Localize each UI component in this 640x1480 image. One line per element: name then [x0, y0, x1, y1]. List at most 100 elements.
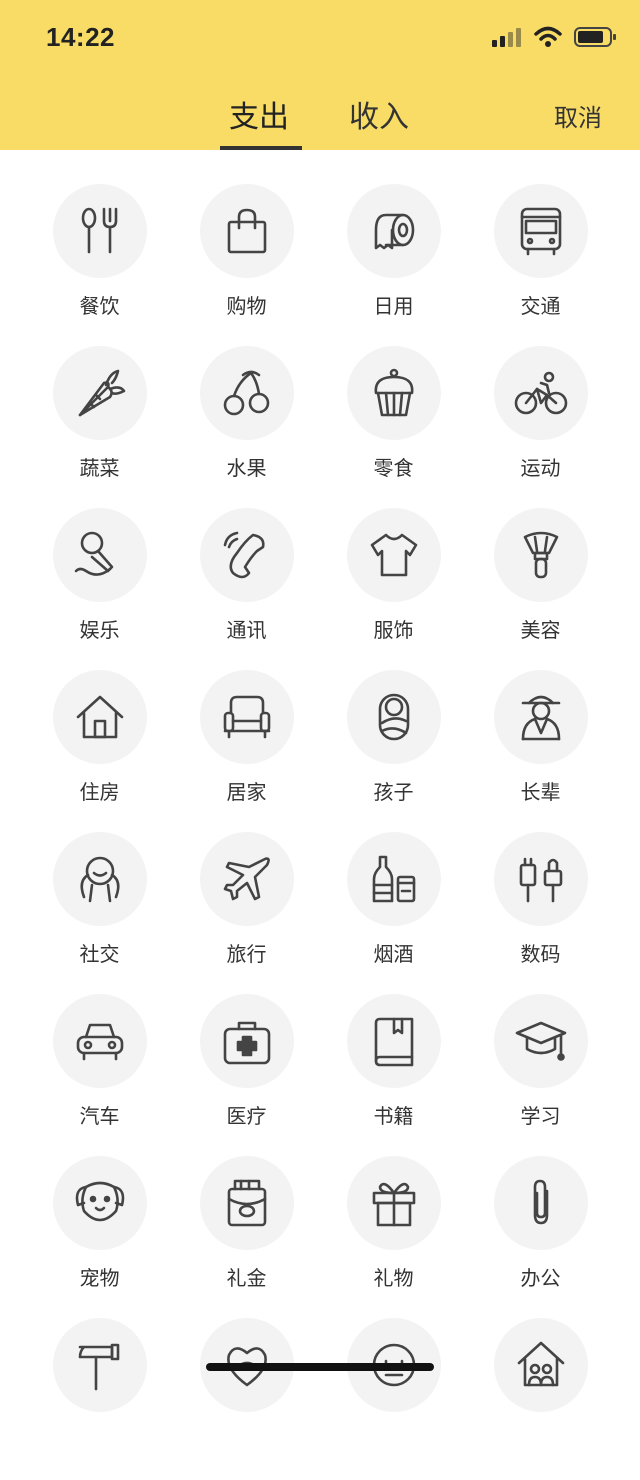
baby-icon — [378, 693, 409, 741]
category-label: 日用 — [373, 294, 414, 318]
tshirt-icon — [370, 533, 417, 577]
dog-icon — [75, 1181, 124, 1222]
active-tab-indicator — [220, 146, 302, 150]
cherry-icon — [223, 370, 269, 416]
category-label: 购物 — [226, 294, 267, 318]
category-label: 数码 — [520, 942, 561, 966]
category-grid: 餐饮 购物 日用 交通 蔬菜 水果 零食 运动 娱乐 通讯 服饰 美容 住房 居… — [26, 184, 614, 1480]
category-social[interactable]: 社交 — [26, 832, 173, 994]
category-pets[interactable]: 宠物 — [26, 1156, 173, 1318]
bus-icon — [520, 207, 561, 256]
category-label: 服饰 — [373, 618, 414, 642]
utensils-icon — [81, 207, 117, 254]
category-vegetables[interactable]: 蔬菜 — [26, 346, 173, 508]
category-digital[interactable]: 数码 — [467, 832, 614, 994]
makeup-brush-icon — [523, 531, 558, 579]
red-envelope-icon — [227, 1179, 266, 1227]
house-icon — [76, 695, 123, 739]
status-icons — [492, 26, 618, 48]
category-label: 居家 — [226, 780, 267, 804]
category-daily[interactable]: 日用 — [320, 184, 467, 346]
car-icon — [76, 1023, 123, 1061]
category-study[interactable]: 学习 — [467, 994, 614, 1156]
category-item[interactable] — [320, 1318, 467, 1480]
elder-icon — [521, 695, 560, 741]
armchair-icon — [223, 695, 270, 739]
medical-kit-icon — [223, 1021, 270, 1065]
home-indicator[interactable] — [206, 1363, 434, 1371]
category-label: 通讯 — [226, 618, 267, 642]
signal-icon — [492, 28, 521, 47]
category-elders[interactable]: 长辈 — [467, 670, 614, 832]
category-home[interactable]: 居家 — [173, 670, 320, 832]
category-fruit[interactable]: 水果 — [173, 346, 320, 508]
tab-income[interactable]: 收入 — [349, 92, 409, 136]
phone-icon — [223, 531, 265, 579]
graduation-cap-icon — [515, 1021, 566, 1061]
category-label: 长辈 — [520, 780, 561, 804]
book-icon — [374, 1017, 413, 1067]
plug-icon — [519, 857, 562, 903]
category-label: 医疗 — [226, 1104, 267, 1128]
category-entertainment[interactable]: 娱乐 — [26, 508, 173, 670]
category-books[interactable]: 书籍 — [320, 994, 467, 1156]
shopping-bag-icon — [227, 208, 266, 254]
battery-icon — [574, 27, 616, 47]
category-office[interactable]: 办公 — [467, 1156, 614, 1318]
cupcake-icon — [374, 368, 413, 417]
category-label: 餐饮 — [79, 294, 120, 318]
category-housing[interactable]: 住房 — [26, 670, 173, 832]
category-item[interactable] — [26, 1318, 173, 1480]
category-shopping[interactable]: 购物 — [173, 184, 320, 346]
category-transport[interactable]: 交通 — [467, 184, 614, 346]
category-label: 宠物 — [79, 1266, 120, 1290]
category-label: 运动 — [520, 456, 561, 480]
toilet-paper-icon — [374, 213, 414, 250]
carrot-icon — [78, 369, 125, 417]
microphone-icon — [74, 531, 113, 576]
hammer-icon — [78, 1343, 119, 1391]
bicycle-icon — [514, 371, 567, 415]
category-label: 娱乐 — [79, 618, 120, 642]
category-label: 书籍 — [373, 1104, 414, 1128]
gift-icon — [372, 1182, 415, 1227]
paperclip-icon — [533, 1179, 548, 1225]
category-dining[interactable]: 餐饮 — [26, 184, 173, 346]
category-kids[interactable]: 孩子 — [320, 670, 467, 832]
bottle-icon — [372, 855, 415, 903]
category-sports[interactable]: 运动 — [467, 346, 614, 508]
category-label: 礼金 — [226, 1266, 267, 1290]
category-item[interactable] — [467, 1318, 614, 1480]
category-label: 社交 — [79, 942, 120, 966]
category-label: 汽车 — [79, 1104, 120, 1128]
category-label: 住房 — [79, 780, 120, 804]
family-house-icon — [517, 1341, 564, 1387]
category-gift-money[interactable]: 礼金 — [173, 1156, 320, 1318]
category-clothing[interactable]: 服饰 — [320, 508, 467, 670]
tab-bar: 支出 收入 取消 — [0, 88, 640, 150]
category-item[interactable] — [173, 1318, 320, 1480]
category-label: 孩子 — [373, 780, 414, 804]
category-gifts[interactable]: 礼物 — [320, 1156, 467, 1318]
category-telecom[interactable]: 通讯 — [173, 508, 320, 670]
category-label: 美容 — [520, 618, 561, 642]
wifi-icon — [534, 26, 562, 47]
category-medical[interactable]: 医疗 — [173, 994, 320, 1156]
category-label: 烟酒 — [373, 942, 414, 966]
people-icon — [79, 856, 120, 903]
tab-expense[interactable]: 支出 — [229, 92, 289, 136]
category-label: 蔬菜 — [79, 456, 120, 480]
category-beauty[interactable]: 美容 — [467, 508, 614, 670]
category-travel[interactable]: 旅行 — [173, 832, 320, 994]
category-label: 旅行 — [226, 942, 267, 966]
category-snacks[interactable]: 零食 — [320, 346, 467, 508]
category-car[interactable]: 汽车 — [26, 994, 173, 1156]
cancel-button[interactable]: 取消 — [554, 98, 602, 133]
header: 14:22 支出 收入 取消 — [0, 0, 640, 150]
status-time: 14:22 — [46, 22, 115, 52]
category-label: 学习 — [520, 1104, 561, 1128]
category-label: 办公 — [520, 1266, 561, 1290]
category-tobacco-alcohol[interactable]: 烟酒 — [320, 832, 467, 994]
category-label: 零食 — [373, 456, 414, 480]
category-label: 交通 — [520, 294, 561, 318]
